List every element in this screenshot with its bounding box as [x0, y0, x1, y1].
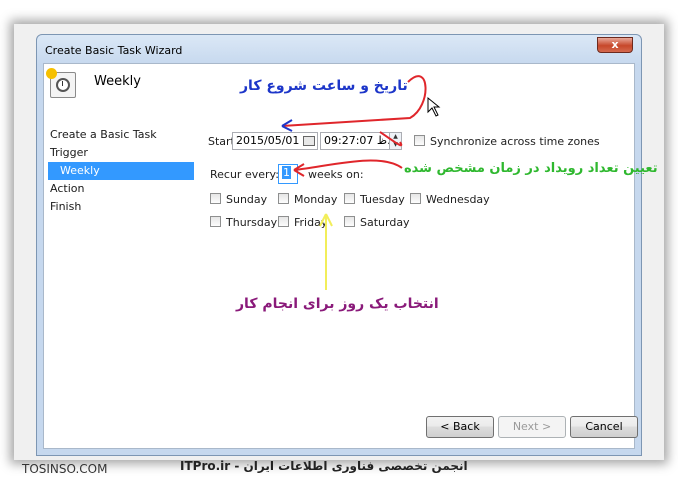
- annotation-arrows: [281, 75, 441, 290]
- watermark-itpro: ITPro.ir - انجمن تخصصی فناوری اطلاعات ای…: [180, 459, 468, 473]
- mouse-cursor-icon: [427, 96, 441, 117]
- recur-annotation-arrow: [293, 159, 403, 171]
- time-annotation-curve: [379, 131, 403, 147]
- recur-annotation-text: تعیین تعداد رویداد در زمان مشخص شده: [404, 161, 658, 176]
- watermark-tosinso: TOSINSO.COM: [22, 462, 108, 476]
- day-annotation-text: انتخاب یک روز برای انجام کار: [236, 296, 439, 312]
- start-annotation-text: تاریخ و ساعت شروع کار: [240, 78, 408, 94]
